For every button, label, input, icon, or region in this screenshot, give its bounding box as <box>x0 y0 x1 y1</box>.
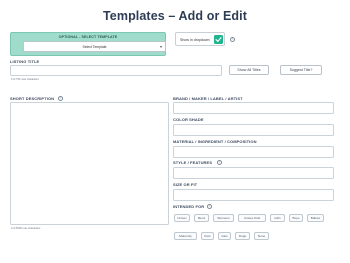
color-shade-input[interactable] <box>173 124 334 136</box>
info-circle-icon[interactable]: i <box>207 203 212 209</box>
intended-for-option[interactable]: Womens <box>213 214 234 222</box>
color-shade-label: COLOR SHADE <box>173 117 204 122</box>
chevron-down-icon: ▾ <box>159 44 162 49</box>
show-in-dropdown-checkbox[interactable] <box>214 35 223 44</box>
brand-input[interactable] <box>173 102 334 114</box>
style-features-input[interactable] <box>173 167 334 179</box>
template-select[interactable]: Select Template ▾ <box>23 41 166 52</box>
material-label: MATERIAL / INGREDIENT / COMPOSITION <box>173 139 257 144</box>
intended-for-option[interactable]: Mens <box>194 214 209 222</box>
info-circle-icon[interactable]: i <box>58 95 63 101</box>
template-selector-title: OPTIONAL - SELECT TEMPLATE <box>58 35 118 39</box>
check-icon <box>215 37 222 42</box>
info-circle-icon[interactable]: i <box>230 37 235 42</box>
info-circle-icon[interactable]: i <box>217 159 222 165</box>
size-fit-label: SIZE OR FIT <box>173 182 198 187</box>
page-title: Templates – Add or Edit <box>103 9 247 23</box>
show-in-dropdown-toggle[interactable]: Show in dropdown <box>175 32 225 46</box>
intended-for-option[interactable]: Babies <box>307 214 324 222</box>
intended-for-option[interactable]: Pets <box>201 232 214 240</box>
listing-title-label: LISTING TITLE <box>10 59 40 64</box>
brand-label: BRAND / MAKER / LABEL / ARTIST <box>173 96 243 101</box>
intended-for-option[interactable]: Maternity <box>174 232 197 240</box>
intended-for-option[interactable]: Dogs <box>235 232 250 240</box>
intended-for-option[interactable]: Unisex Kids <box>238 214 266 222</box>
show-in-dropdown-label: Show in dropdown <box>180 37 210 42</box>
intended-for-option[interactable]: Unisex <box>174 214 190 222</box>
intended-for-option[interactable]: Boys <box>289 214 303 222</box>
short-description-char-count: 0 of 5000 max characters <box>11 227 41 230</box>
short-description-textarea[interactable] <box>10 102 169 225</box>
style-features-label: STYLE / FEATURES <box>173 160 213 165</box>
intended-for-option[interactable]: None <box>254 232 269 240</box>
template-selector-panel: OPTIONAL - SELECT TEMPLATE Select Templa… <box>10 32 166 56</box>
show-all-titles-button[interactable]: Show All Titles <box>229 65 269 75</box>
material-input[interactable] <box>173 146 334 158</box>
intended-for-option[interactable]: Cats <box>218 232 231 240</box>
suggest-title-button[interactable]: Suggest Title? <box>280 65 322 75</box>
intended-for-option[interactable]: Girls <box>270 214 285 222</box>
short-description-label: SHORT DESCRIPTION <box>10 96 55 101</box>
listing-title-input[interactable] <box>10 65 222 76</box>
template-select-value: Select Template <box>82 44 107 49</box>
listing-title-char-count: 0 of 750 max characters <box>11 78 39 81</box>
intended-for-label: INTENDED FOR <box>173 204 205 209</box>
size-fit-input[interactable] <box>173 189 334 201</box>
